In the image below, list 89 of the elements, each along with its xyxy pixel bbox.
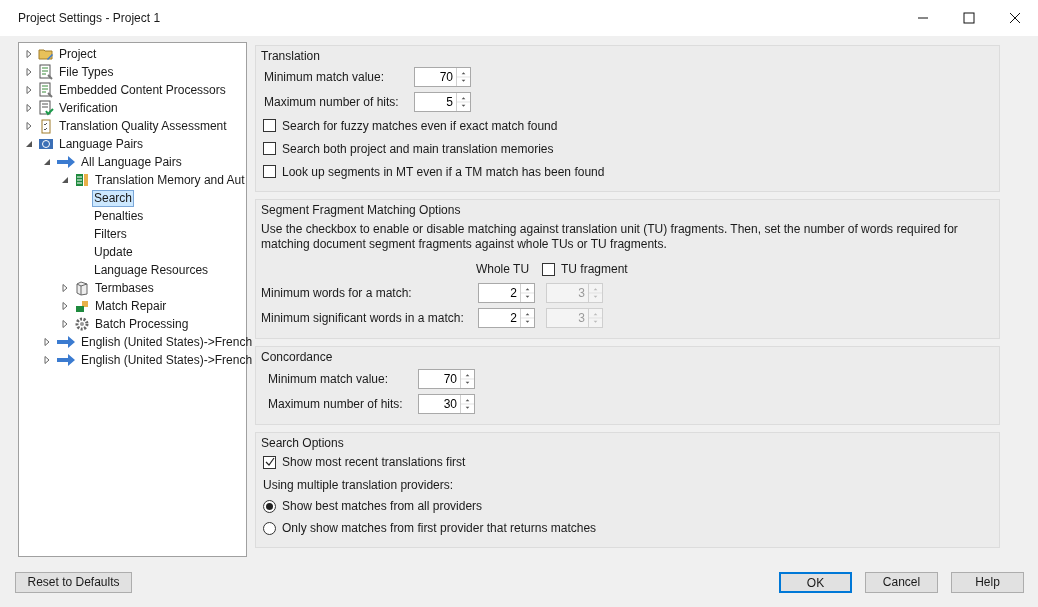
- collapse-triangle-icon[interactable]: [61, 176, 69, 184]
- tree-item[interactable]: Embedded Content Processors: [57, 81, 228, 99]
- dialog-button[interactable]: Help: [951, 571, 1024, 593]
- folder-icon: [38, 46, 54, 62]
- option-label: Show best matches from all providers: [282, 498, 483, 515]
- expand-triangle-icon[interactable]: [61, 284, 69, 292]
- globe-icon: [38, 136, 54, 152]
- checkbox[interactable]: [263, 455, 276, 469]
- spin-box[interactable]: 70: [418, 368, 475, 389]
- tree-item[interactable]: English (United States)->French: [79, 333, 255, 351]
- checked-document-icon: [38, 100, 54, 116]
- field-label: Maximum number of hits:: [264, 93, 400, 111]
- expand-triangle-icon[interactable]: [61, 320, 69, 328]
- dialog-button[interactable]: Cancel: [865, 571, 938, 593]
- providers-label: Using multiple translation providers:: [263, 477, 455, 494]
- grid-icon: [74, 172, 90, 188]
- tree-item[interactable]: Filters: [92, 225, 129, 243]
- description-text: Use the checkbox to enable or disable matching against translation unit (TU) fragments. Then, set the number of words required for matching document segment fragments against whole TUs or TU fragments.: [261, 222, 959, 252]
- checkbox[interactable]: [263, 142, 276, 155]
- tree-item[interactable]: Language Resources: [92, 261, 211, 279]
- option-label: TU fragment: [561, 261, 628, 278]
- spin-box[interactable]: 2: [478, 307, 535, 328]
- tree-item[interactable]: Verification: [57, 99, 120, 117]
- group-title: Search Options: [261, 435, 345, 451]
- arrow-icon: [56, 154, 76, 170]
- tree-item[interactable]: Termbases: [93, 279, 156, 297]
- arrow-icon: [56, 334, 76, 350]
- radio-button[interactable]: [263, 499, 276, 513]
- option-label: Look up segments in MT even if a TM match has been found: [282, 163, 605, 181]
- spin-arrows-icon[interactable]: [460, 369, 474, 388]
- document-icon: [38, 64, 54, 80]
- expand-triangle-icon[interactable]: [25, 50, 33, 58]
- radio-button[interactable]: [263, 521, 276, 535]
- tree-item[interactable]: Project: [57, 45, 99, 63]
- tree-item[interactable]: English (United States)->French: [79, 351, 255, 369]
- group-title: Segment Fragment Matching Options: [261, 202, 462, 218]
- tree-item[interactable]: Update: [92, 243, 135, 261]
- collapse-triangle-icon[interactable]: [25, 140, 33, 148]
- expand-triangle-icon[interactable]: [61, 302, 69, 310]
- spin-arrows-icon[interactable]: [520, 308, 534, 327]
- field-label: Minimum match value:: [264, 68, 386, 86]
- column-header: Whole TU: [475, 261, 530, 278]
- spin-arrows-icon[interactable]: [456, 67, 470, 86]
- dialog-button[interactable]: OK: [779, 571, 852, 593]
- spin-box[interactable]: 2: [478, 282, 535, 303]
- field-label: Minimum words for a match:: [261, 284, 413, 302]
- field-label: Minimum match value:: [268, 370, 390, 388]
- tree-item[interactable]: Match Repair: [93, 297, 169, 315]
- collapse-triangle-icon[interactable]: [43, 158, 51, 166]
- tree-item[interactable]: File Types: [57, 63, 116, 81]
- document-icon: [38, 82, 54, 98]
- spin-box[interactable]: 5: [414, 91, 471, 112]
- expand-triangle-icon[interactable]: [25, 86, 33, 94]
- blocks-icon: [74, 298, 90, 314]
- spin-arrows-icon[interactable]: [460, 394, 474, 413]
- option-label: Only show matches from first provider that returns matches: [282, 520, 597, 537]
- spin-arrows-icon[interactable]: [456, 92, 470, 111]
- expand-triangle-icon[interactable]: [25, 122, 33, 130]
- expand-triangle-icon[interactable]: [43, 338, 51, 346]
- tree-item[interactable]: Search: [92, 189, 135, 207]
- clipboard-icon: [38, 118, 54, 134]
- dialog-button[interactable]: Reset to Defaults: [15, 571, 132, 593]
- tree-item[interactable]: Translation Memory and Aut: [93, 171, 247, 189]
- checkbox[interactable]: [263, 165, 276, 178]
- option-label: Search for fuzzy matches even if exact match found: [282, 117, 558, 135]
- checkbox[interactable]: [263, 119, 276, 132]
- tree-item[interactable]: Penalties: [92, 207, 146, 225]
- gear-icon: [74, 316, 90, 332]
- group-title: Concordance: [261, 349, 334, 365]
- field-label: Minimum significant words in a match:: [261, 309, 465, 327]
- window-title: Project Settings - Project 1: [18, 10, 162, 27]
- tree-item[interactable]: Language Pairs: [57, 135, 146, 153]
- expand-triangle-icon[interactable]: [43, 356, 51, 364]
- option-label: Search both project and main translation memories: [282, 140, 554, 158]
- expand-triangle-icon[interactable]: [25, 104, 33, 112]
- checkmark-icon: [264, 457, 275, 467]
- field-label: Maximum number of hits:: [268, 395, 404, 413]
- checkbox[interactable]: [542, 262, 555, 276]
- tree-item[interactable]: All Language Pairs: [79, 153, 184, 171]
- arrow-icon: [56, 352, 76, 368]
- expand-triangle-icon[interactable]: [25, 68, 33, 76]
- spin-box[interactable]: 30: [418, 393, 475, 414]
- spin-arrows-icon[interactable]: [520, 283, 534, 302]
- group-title: Translation: [261, 48, 321, 64]
- option-label: Show most recent translations first: [282, 454, 466, 471]
- cube-icon: [74, 280, 90, 296]
- tree-item[interactable]: Batch Processing: [93, 315, 191, 333]
- spin-box[interactable]: 70: [414, 66, 471, 87]
- tree-item[interactable]: Translation Quality Assessment: [57, 117, 229, 135]
